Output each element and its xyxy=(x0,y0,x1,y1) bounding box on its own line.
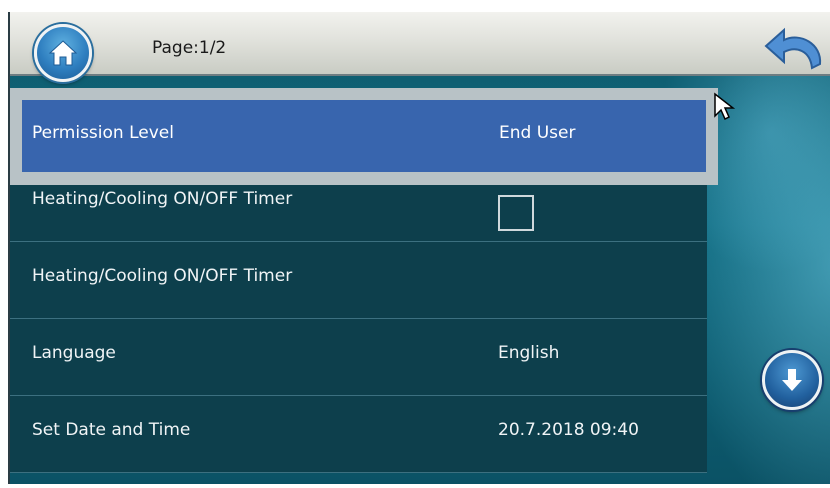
timer-checkbox[interactable] xyxy=(498,195,534,231)
undo-arrow-icon xyxy=(764,27,822,70)
row-permission-level-selected[interactable]: Permission Level End User xyxy=(22,100,706,172)
row-label: Language xyxy=(32,343,116,363)
row-label: Permission Level xyxy=(32,123,174,143)
device-screen: Page:1/2 Heating/Cooling ON/OFF Timer He… xyxy=(8,12,830,484)
home-button[interactable] xyxy=(34,24,92,82)
home-icon xyxy=(48,40,78,66)
arrow-down-icon xyxy=(782,369,802,391)
top-bar: Page:1/2 xyxy=(10,12,830,82)
row-value: 20.7.2018 09:40 xyxy=(498,420,639,440)
row-heating-cooling-timer-2[interactable]: Heating/Cooling ON/OFF Timer xyxy=(10,242,707,319)
row-label: Heating/Cooling ON/OFF Timer xyxy=(32,189,293,209)
mouse-pointer-icon xyxy=(714,92,735,121)
row-label: Set Date and Time xyxy=(32,420,191,440)
row-label: Heating/Cooling ON/OFF Timer xyxy=(32,266,293,286)
back-button[interactable] xyxy=(760,24,830,80)
page-indicator: Page:1/2 xyxy=(152,38,227,58)
row-value: End User xyxy=(499,123,576,143)
scroll-down-button[interactable] xyxy=(762,350,822,410)
row-set-date-time[interactable]: Set Date and Time 20.7.2018 09:40 xyxy=(10,396,707,473)
row-value: English xyxy=(498,343,560,363)
row-language[interactable]: Language English xyxy=(10,319,707,396)
